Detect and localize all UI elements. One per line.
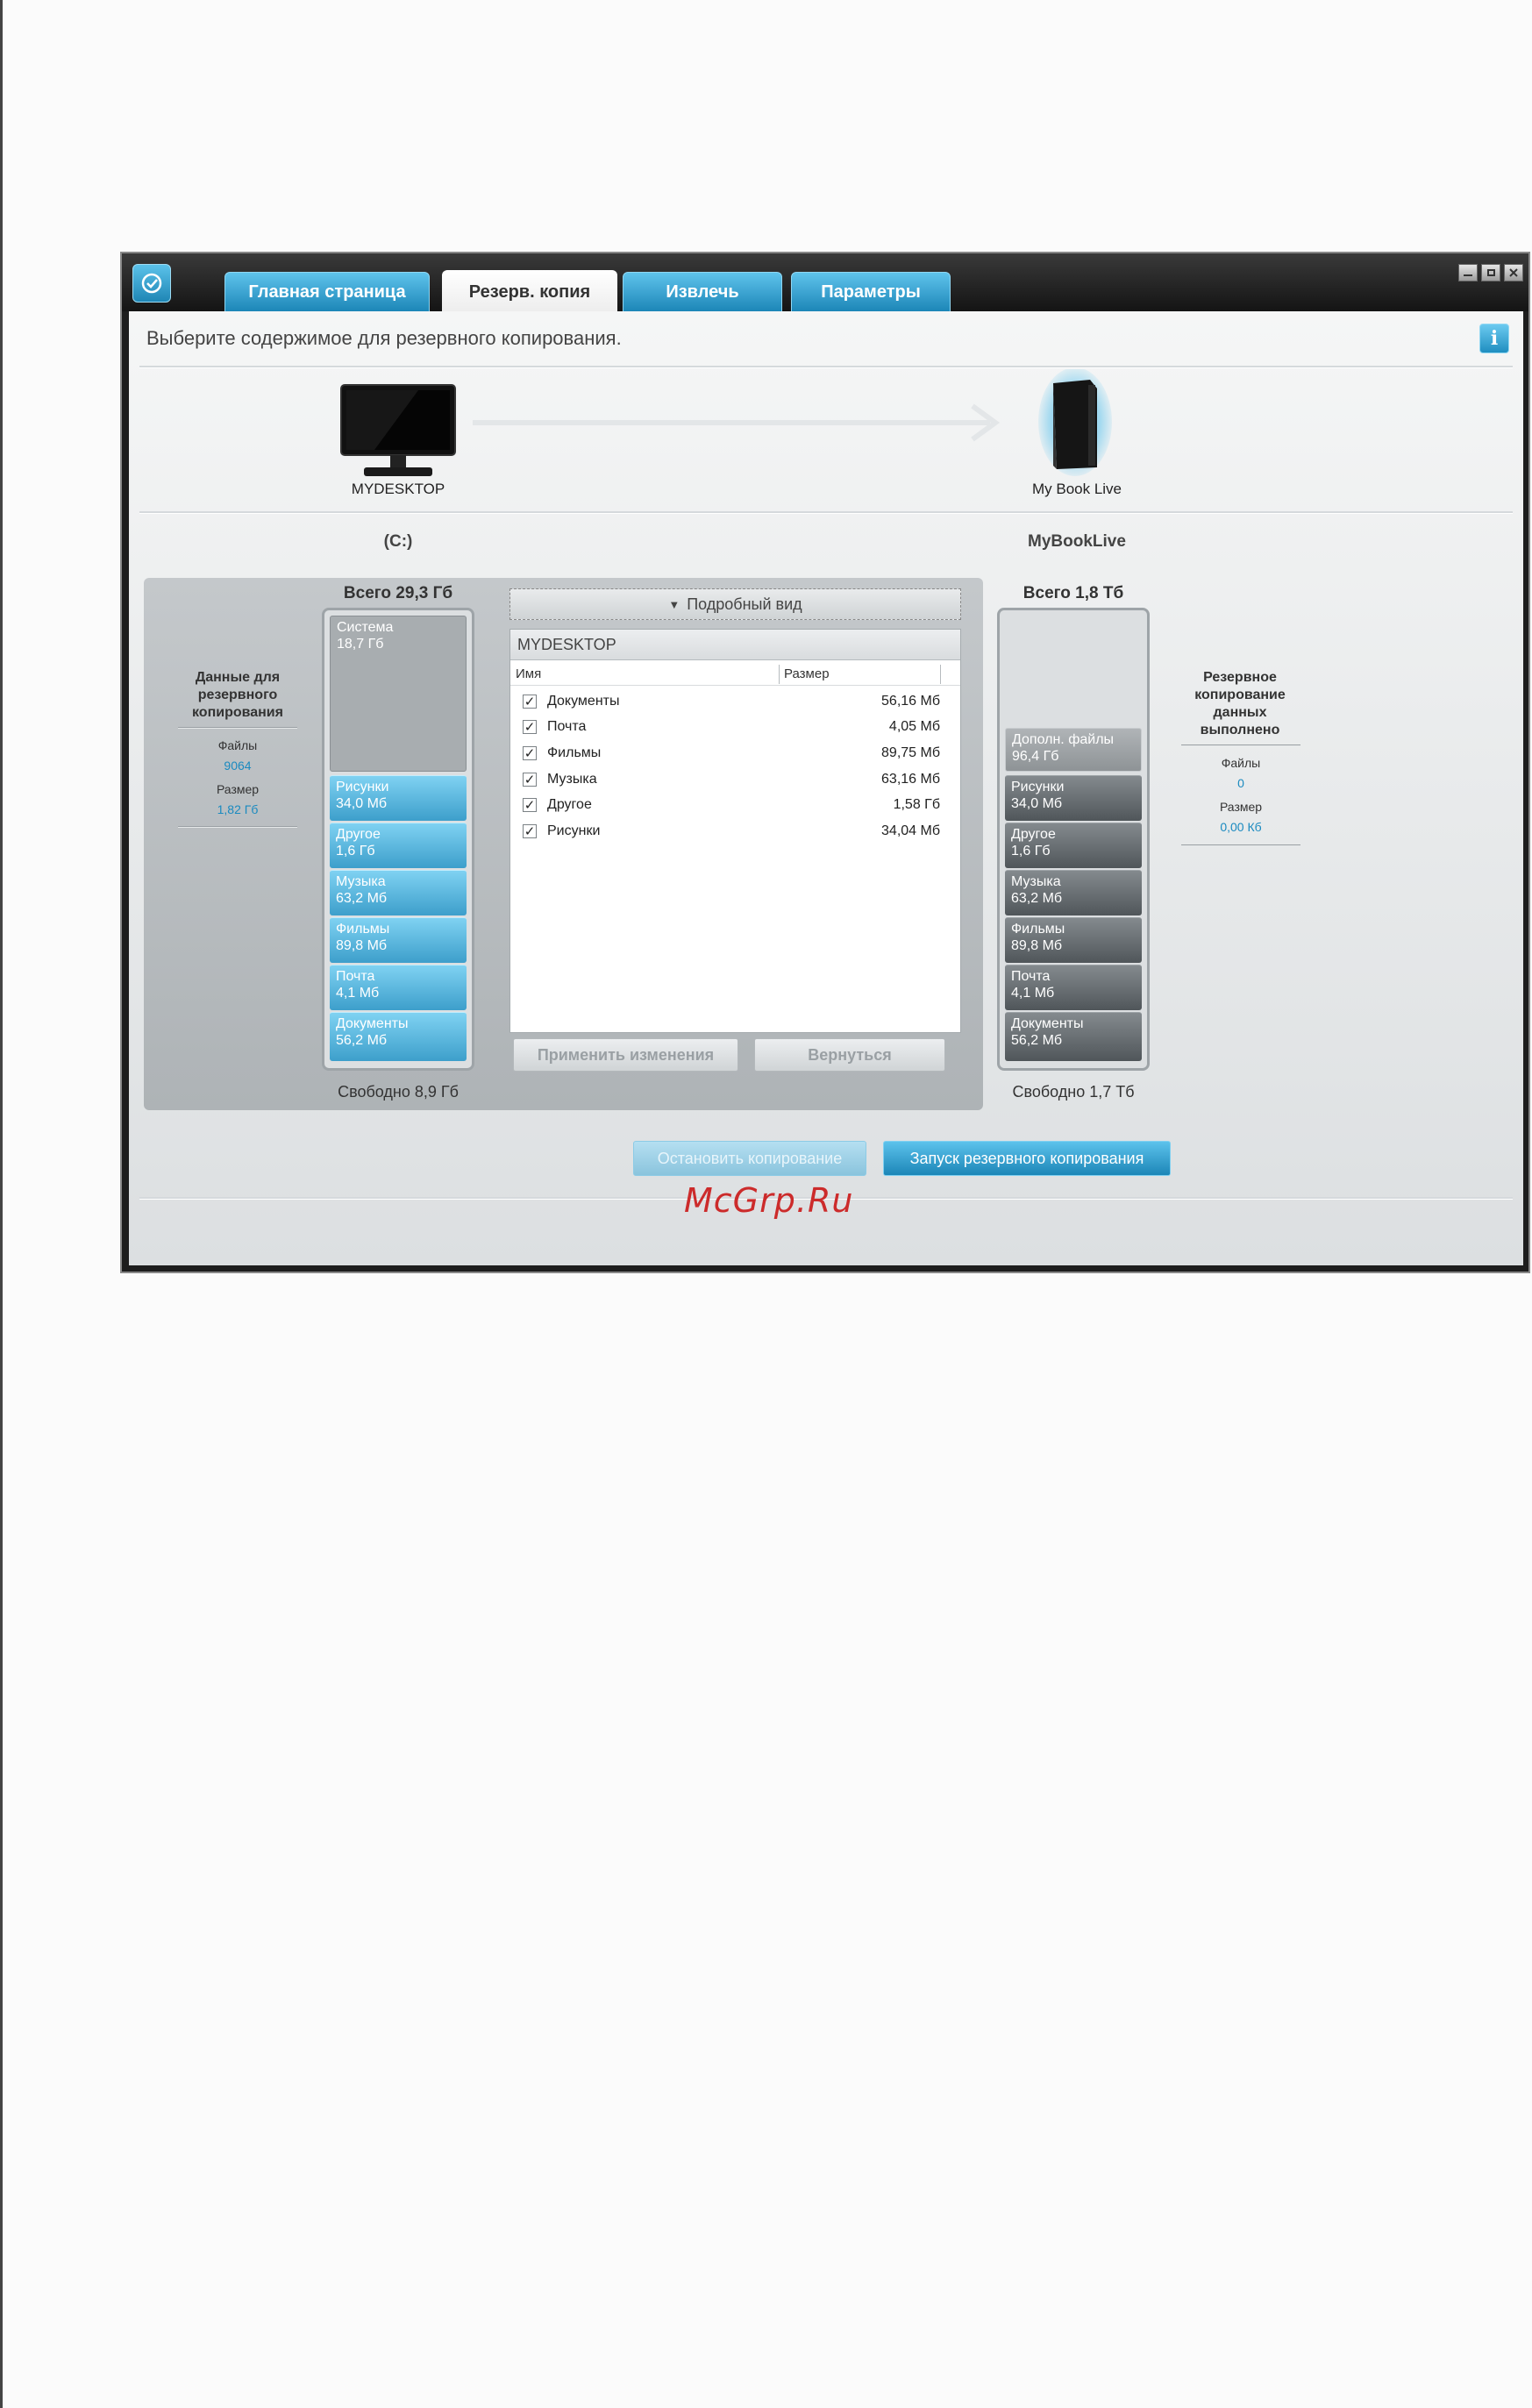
target-files-value: 0: [1237, 776, 1244, 790]
checkbox[interactable]: ✓: [523, 824, 537, 838]
revert-button[interactable]: Вернуться: [754, 1038, 945, 1072]
list-item[interactable]: ✓ Почта 4,05 Мб: [519, 718, 940, 737]
row-name: Рисунки: [547, 823, 601, 838]
list-item[interactable]: ✓ Документы 56,16 Мб: [519, 693, 940, 712]
info-button[interactable]: i: [1479, 324, 1509, 353]
tab-home[interactable]: Главная страница: [224, 272, 430, 312]
list-item[interactable]: ✓ Рисунки 34,04 Мб: [519, 823, 940, 842]
row-size: 63,16 Мб: [881, 772, 940, 787]
divider: [139, 366, 1513, 368]
tab-backup[interactable]: Резерв. копия: [442, 270, 617, 314]
row-size: 1,58 Гб: [893, 797, 940, 812]
target-segment-music: Музыка 63,2 Мб: [1005, 870, 1142, 915]
divider: [1181, 744, 1300, 746]
source-free: Свободно 8,9 Гб: [338, 1083, 459, 1101]
divider: [178, 727, 297, 729]
checkbox[interactable]: ✓: [523, 746, 537, 760]
tab-settings[interactable]: Параметры: [791, 272, 951, 312]
source-segment-documents[interactable]: Документы 56,2 Мб: [330, 1012, 467, 1061]
detail-view-label: Подробный вид: [687, 595, 802, 613]
target-segment-mail: Почта 4,1 Мб: [1005, 965, 1142, 1010]
target-size-label: Размер: [1219, 800, 1263, 814]
arrow-right-icon: [473, 403, 1002, 451]
nas-drive-icon: [1037, 367, 1113, 484]
target-segment-pictures: Рисунки 34,0 Мб: [1005, 775, 1142, 821]
list-item[interactable]: ✓ Фильмы 89,75 Мб: [519, 744, 940, 764]
source-segment-other[interactable]: Другое 1,6 Гб: [330, 823, 467, 868]
target-capacity-bar: Дополн. файлы 96,4 Гб Рисунки 34,0 Мб Друг…: [997, 608, 1150, 1071]
app-logo-icon[interactable]: [132, 264, 171, 303]
source-size-label: Размер: [216, 782, 260, 796]
detail-view-toggle[interactable]: ▼ Подробный вид: [509, 588, 961, 620]
target-drive-label: MyBookLive: [1028, 532, 1126, 551]
source-files-label: Файлы: [217, 738, 258, 752]
triangle-down-icon: ▼: [668, 597, 680, 611]
target-segment-movies: Фильмы 89,8 Мб: [1005, 917, 1142, 963]
source-size-value: 1,82 Гб: [217, 802, 259, 816]
source-drive-label: (C:): [383, 532, 413, 551]
target-free: Свободно 1,7 Тб: [1012, 1083, 1135, 1101]
divider: [1181, 844, 1300, 846]
row-size: 89,75 Мб: [881, 745, 940, 760]
instruction-text: Выберите содержимое для резервного копир…: [146, 327, 622, 349]
list-item[interactable]: ✓ Другое 1,58 Гб: [519, 796, 940, 816]
checkbox[interactable]: ✓: [523, 720, 537, 734]
stop-backup-button[interactable]: Остановить копирование: [633, 1141, 866, 1176]
page-margin-rule: [0, 0, 3, 2408]
source-segment-music[interactable]: Музыка 63,2 Мб: [330, 870, 467, 915]
monitor-icon: [339, 383, 457, 486]
divider: [139, 511, 1513, 514]
source-segment-mail[interactable]: Почта 4,1 Мб: [330, 965, 467, 1010]
column-divider: [940, 665, 941, 684]
minimize-icon[interactable]: [1458, 264, 1478, 281]
target-segment-other: Другое 1,6 Гб: [1005, 823, 1142, 868]
source-stats-title: Данные для резервного копирования: [192, 670, 283, 720]
list-item[interactable]: ✓ Музыка 63,16 Мб: [519, 771, 940, 790]
target-size-value: 0,00 Кб: [1220, 820, 1262, 834]
checkbox[interactable]: ✓: [523, 773, 537, 787]
source-files-value: 9064: [224, 759, 252, 773]
checkbox[interactable]: ✓: [523, 695, 537, 709]
watermark-text: McGrp.Ru: [684, 1181, 854, 1220]
target-device-label: My Book Live: [1031, 481, 1122, 497]
source-capacity-bar: Система 18,7 Гб Рисунки 34,0 Мб Другое 1,6 …: [322, 608, 474, 1071]
row-name: Другое: [547, 797, 592, 812]
app-window: Главная страница Резерв. копия Извлечь П…: [120, 252, 1530, 1273]
target-segment-extra: Дополн. файлы 96,4 Гб: [1005, 728, 1142, 772]
row-name: Музыка: [547, 772, 597, 787]
tab-retrieve[interactable]: Извлечь: [623, 272, 782, 312]
apply-changes-button[interactable]: Применить изменения: [513, 1038, 738, 1072]
target-segment-documents: Документы 56,2 Мб: [1005, 1012, 1142, 1061]
source-segment-pictures[interactable]: Рисунки 34,0 Мб: [330, 775, 467, 821]
column-name-header[interactable]: Имя: [516, 666, 541, 684]
target-stats-title: Резервное копирование данных выполнено: [1194, 670, 1286, 737]
row-size: 56,16 Мб: [881, 694, 940, 709]
checkbox[interactable]: ✓: [523, 798, 537, 812]
row-name: Документы: [547, 694, 620, 709]
column-divider: [779, 665, 780, 684]
backup-panel: Выберите содержимое для резервного копир…: [129, 311, 1523, 1265]
row-name: Фильмы: [547, 745, 602, 760]
title-bar: Главная страница Резерв. копия Извлечь П…: [122, 253, 1528, 314]
source-segment-system: Система 18,7 Гб: [330, 616, 467, 772]
row-size: 4,05 Мб: [888, 719, 940, 734]
column-size-header[interactable]: Размер: [784, 666, 830, 684]
target-total: Всего 1,8 Тб: [1023, 584, 1124, 602]
source-segment-movies[interactable]: Фильмы 89,8 Мб: [330, 917, 467, 963]
start-backup-button[interactable]: Запуск резервного копирования: [883, 1141, 1171, 1176]
row-name: Почта: [547, 719, 587, 734]
target-files-label: Файлы: [1221, 756, 1261, 770]
divider: [178, 826, 297, 828]
file-list: MYDESKTOP Имя Размер ✓ Документы 56,16 М…: [509, 629, 961, 1033]
source-total: Всего 29,3 Гб: [343, 584, 453, 602]
source-device-label: MYDESKTOP: [351, 481, 445, 497]
close-icon[interactable]: [1504, 264, 1523, 281]
row-size: 34,04 Мб: [881, 823, 940, 838]
maximize-icon[interactable]: [1481, 264, 1500, 281]
divider: [510, 685, 960, 686]
file-list-title: MYDESKTOP: [510, 630, 960, 660]
